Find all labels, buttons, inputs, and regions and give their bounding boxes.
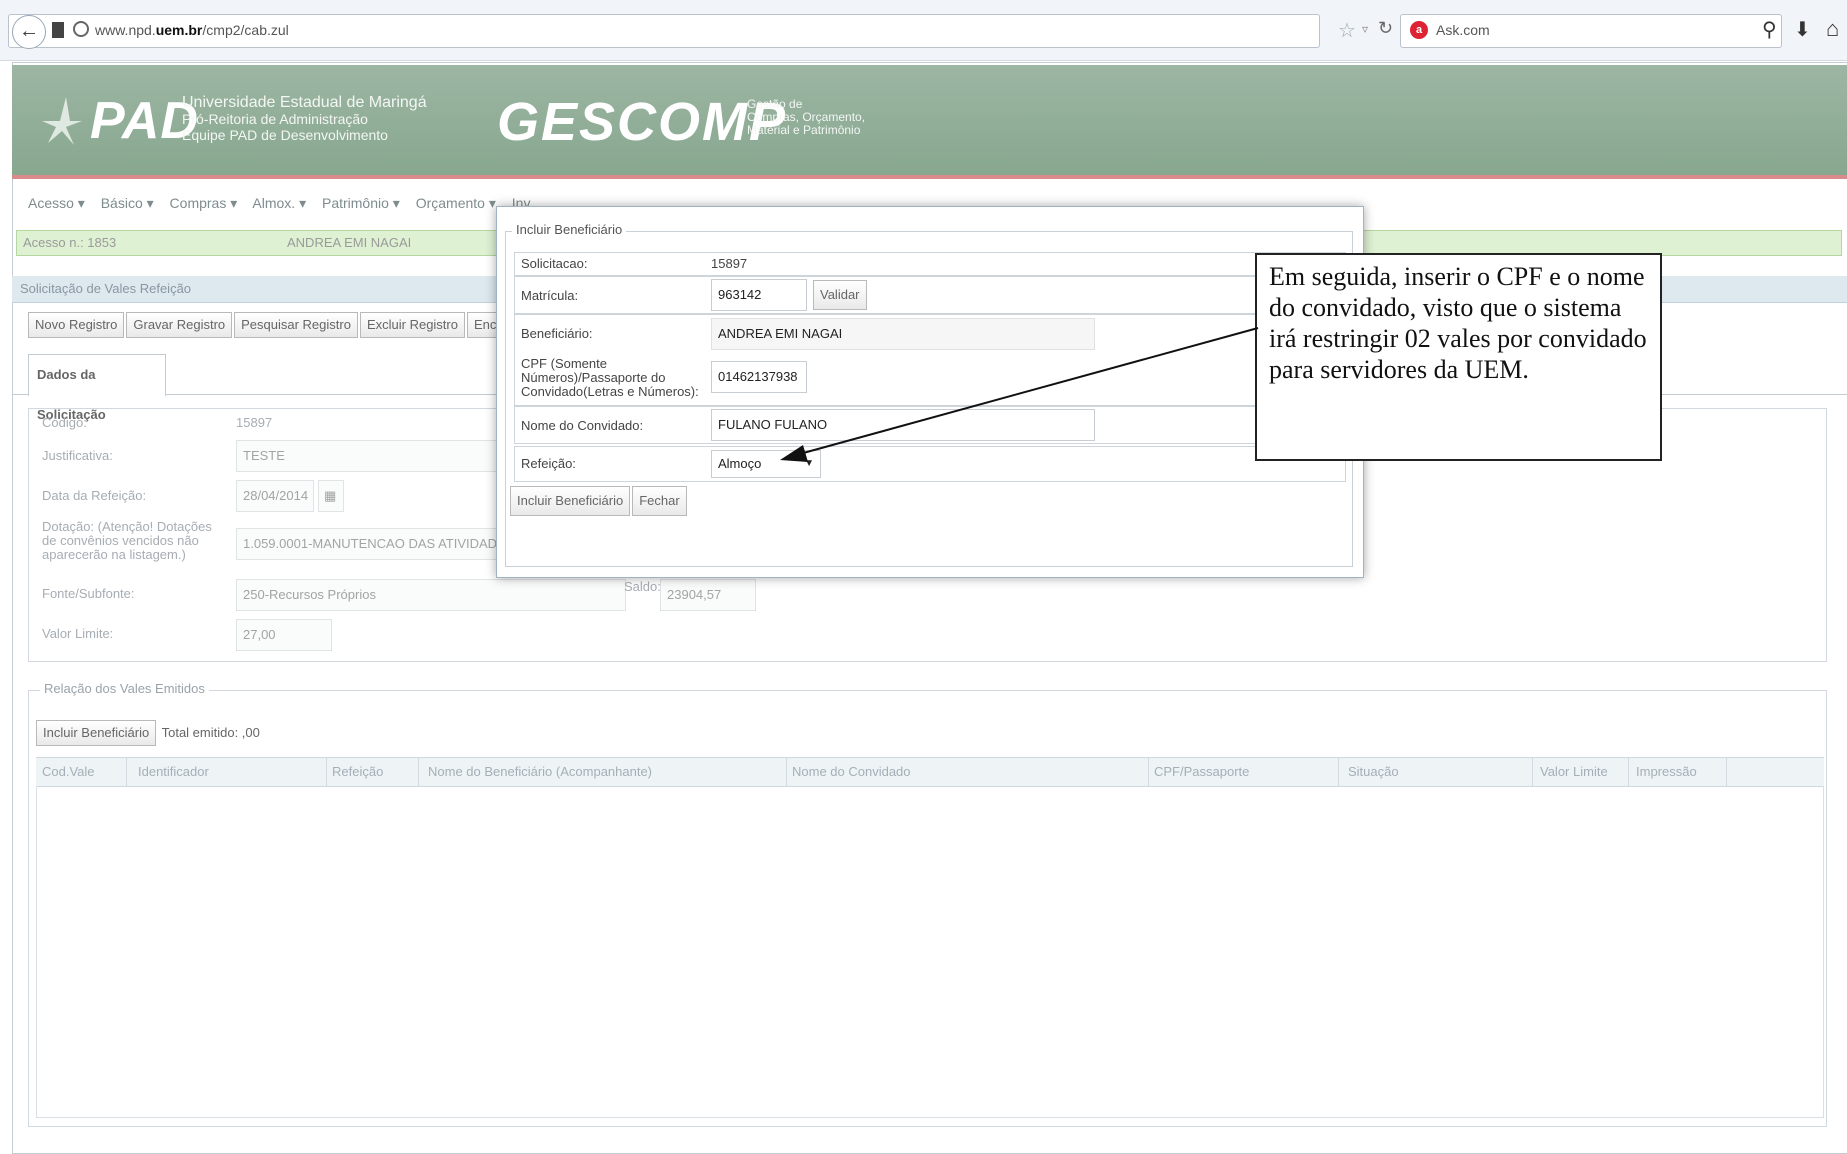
gescomp-logo: GESCOMP	[497, 92, 788, 152]
bookmark-star-icon[interactable]: ☆	[1338, 18, 1356, 43]
download-icon[interactable]: ⬇	[1794, 17, 1811, 42]
globe-icon	[73, 21, 89, 37]
menu-compras[interactable]: Compras ▾	[170, 195, 238, 211]
col-nome-convidado[interactable]: Nome do Convidado	[792, 764, 911, 779]
convidado-row: Nome do Convidado: FULANO FULANO	[514, 406, 1346, 444]
solicitacao-row: Solicitacao: 15897	[514, 252, 1346, 276]
emitidos-actions: Incluir Beneficiário Total emitido: ,00	[36, 720, 260, 746]
codigo-label: Código:	[42, 415, 87, 430]
vales-grid-header: Cod.Vale Identificador Refeição Nome do …	[36, 757, 1824, 787]
menu-basico[interactable]: Básico ▾	[101, 195, 154, 211]
refeicao-select[interactable]: Almoço ▼	[711, 450, 821, 478]
ask-logo-icon[interactable]: a	[1410, 21, 1428, 39]
record-toolbar: Novo Registro Gravar Registro Pesquisar Re…	[28, 312, 552, 338]
matricula-field[interactable]: 963142	[711, 279, 807, 311]
main-menu: Acesso ▾ Básico ▾ Compras ▾ Almox. ▾ Pat…	[28, 195, 542, 215]
access-code: Acesso n.: 1853	[23, 235, 117, 250]
beneficiario-label: Beneficiário:	[521, 326, 593, 341]
fonte-field[interactable]: 250-Recursos Próprios	[236, 579, 626, 611]
solicitacao-value: 15897	[711, 256, 748, 271]
save-record-button[interactable]: Gravar Registro	[126, 312, 233, 338]
menu-patrimonio[interactable]: Patrimônio ▾	[322, 195, 400, 211]
saldo-field: 23904,57	[660, 579, 756, 611]
dropdown-icon[interactable]: ▿	[1362, 22, 1368, 36]
saldo-label: Saldo:	[624, 579, 661, 594]
dotacao-label: Dotação: (Atenção! Dotações de convênios…	[42, 519, 212, 562]
vales-emitidos-legend: Relação dos Vales Emitidos	[40, 681, 209, 696]
app-header: PAD Universidade Estadual de Maringá Pró…	[12, 65, 1847, 179]
justificativa-field[interactable]: TESTE	[236, 440, 498, 472]
col-situacao[interactable]: Situação	[1348, 764, 1399, 779]
valor-limite-field: 27,00	[236, 619, 332, 651]
total-emitido: Total emitido: ,00	[161, 725, 260, 740]
search-icon[interactable]: ⚲	[1762, 17, 1777, 42]
pad-logo-icon	[42, 97, 82, 145]
col-valor-limite[interactable]: Valor Limite	[1540, 764, 1608, 779]
home-icon[interactable]: ⌂	[1826, 16, 1839, 42]
back-arrow-icon[interactable]: ←	[12, 15, 46, 49]
beneficiario-row: Beneficiário: ANDREA EMI NAGAI	[514, 314, 1346, 352]
codigo-value: 15897	[236, 415, 273, 430]
dialog-legend: Incluir Beneficiário	[512, 222, 627, 237]
vales-grid-body	[36, 786, 1824, 1118]
refeicao-label: Refeição:	[521, 456, 576, 471]
convidado-field[interactable]: FULANO FULANO	[711, 409, 1095, 441]
delete-record-button[interactable]: Excluir Registro	[359, 312, 465, 338]
validar-button[interactable]: Validar	[813, 280, 867, 310]
dialog-fechar-button[interactable]: Fechar	[632, 486, 687, 516]
dialog-fieldset: Incluir Beneficiário Solicitacao: 15897 …	[505, 222, 1353, 567]
url-text[interactable]: www.npd.uem.br/cmp2/cab.zul	[95, 22, 289, 38]
fonte-label: Fonte/Subfonte:	[42, 586, 135, 601]
refeicao-row: Refeição: Almoço ▼	[514, 446, 1346, 482]
col-identificador[interactable]: Identificador	[138, 764, 209, 779]
pad-subtitle: Universidade Estadual de Maringá Pró-Rei…	[182, 94, 427, 144]
dialog-actions: Incluir Beneficiário Fechar	[510, 486, 689, 516]
refeicao-value: Almoço	[718, 456, 762, 471]
data-refeicao-field[interactable]: 28/04/2014	[236, 480, 314, 512]
beneficiario-field: ANDREA EMI NAGAI	[711, 318, 1095, 350]
dotacao-select[interactable]: 1.059.0001-MANUTENCAO DAS ATIVIDADES TE	[236, 528, 498, 560]
col-cpf-passaporte[interactable]: CPF/Passaporte	[1154, 764, 1249, 779]
access-user: ANDREA EMI NAGAI	[287, 235, 412, 250]
matricula-row: Matrícula: 963142 Validar	[514, 276, 1346, 314]
matricula-label: Matrícula:	[521, 288, 579, 303]
col-impressao[interactable]: Impressão	[1636, 764, 1697, 779]
search-record-button[interactable]: Pesquisar Registro	[234, 312, 358, 338]
search-engine-label: Ask.com	[1436, 22, 1490, 38]
data-refeicao-label: Data da Refeição:	[42, 488, 147, 503]
cpf-row: CPF (Somente Números)/Passaporte do Conv…	[514, 352, 1346, 406]
col-cod-vale[interactable]: Cod.Vale	[42, 764, 95, 779]
cpf-label: CPF (Somente Números)/Passaporte do Conv…	[521, 356, 699, 399]
col-nome-beneficiario[interactable]: Nome do Beneficiário (Acompanhante)	[428, 764, 652, 779]
col-refeicao[interactable]: Refeição	[332, 764, 383, 779]
cpf-field[interactable]: 01462137938	[711, 361, 807, 393]
incluir-beneficiario-button[interactable]: Incluir Beneficiário	[36, 720, 157, 746]
incluir-beneficiario-dialog: Incluir Beneficiário Solicitacao: 15897 …	[496, 206, 1364, 578]
instruction-callout: Em seguida, inserir o CPF e o nome do co…	[1255, 253, 1662, 461]
page-icon	[52, 22, 64, 38]
convidado-label: Nome do Convidado:	[521, 418, 644, 433]
gescomp-subtitle: Gestão de Compras, Orçamento, Material e…	[747, 97, 866, 137]
chevron-down-icon[interactable]: ▼	[804, 451, 814, 477]
section-title: Solicitação de Vales Refeição	[20, 281, 192, 296]
justificativa-label: Justificativa:	[42, 448, 113, 463]
valor-limite-label: Valor Limite:	[42, 626, 114, 641]
tab-dados-solicitacao[interactable]: Dados da Solicitação	[28, 354, 166, 422]
menu-orcamento[interactable]: Orçamento ▾	[416, 195, 496, 211]
dialog-incluir-button[interactable]: Incluir Beneficiário	[510, 486, 631, 516]
reload-icon[interactable]: ↻	[1378, 18, 1393, 39]
menu-acesso[interactable]: Acesso ▾	[28, 195, 85, 211]
new-record-button[interactable]: Novo Registro	[28, 312, 125, 338]
menu-almox[interactable]: Almox. ▾	[252, 195, 306, 211]
solicitacao-label: Solicitacao:	[521, 256, 588, 271]
calendar-icon[interactable]: ▦	[318, 480, 344, 512]
